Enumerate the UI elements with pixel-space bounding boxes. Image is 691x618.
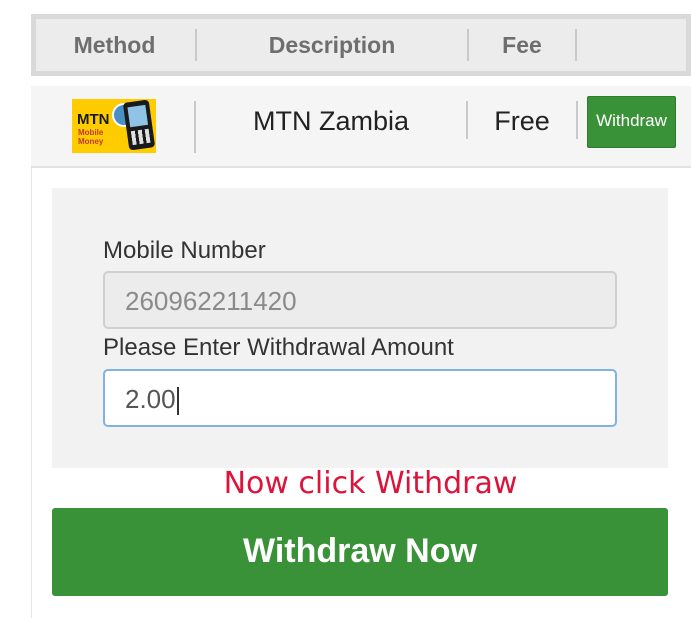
method-description: MTN Zambia bbox=[252, 106, 409, 136]
row-divider bbox=[576, 101, 578, 139]
amount-label: Please Enter Withdrawal Amount bbox=[103, 334, 454, 361]
phone-screen bbox=[127, 104, 149, 128]
logo-subtitle: Mobile Money bbox=[78, 128, 103, 146]
amount-value: 2.00 bbox=[125, 384, 176, 414]
mobile-number-label: Mobile Number bbox=[103, 237, 266, 264]
method-row-mtn-zambia[interactable]: MTN Mobile Money MTN Zambia Free Withdra… bbox=[31, 86, 691, 168]
instruction-hint: Now click Withdraw bbox=[223, 466, 518, 501]
header-description: Description bbox=[268, 32, 396, 58]
logo-brand: MTN bbox=[77, 111, 110, 128]
mobile-number-field[interactable]: 260962211420 bbox=[103, 271, 617, 329]
text-caret bbox=[176, 387, 179, 416]
header-divider bbox=[575, 29, 577, 61]
logo-subtitle-line2: Money bbox=[78, 137, 104, 146]
withdraw-now-button[interactable]: Withdraw Now bbox=[52, 508, 668, 596]
header-method: Method bbox=[73, 32, 156, 58]
logo-subtitle-line1: Mobile bbox=[78, 128, 104, 137]
table-header: Method Description Fee bbox=[31, 14, 691, 76]
amount-input[interactable]: 2.00 bbox=[103, 369, 617, 427]
withdraw-button[interactable]: Withdraw bbox=[587, 96, 676, 148]
table-header-bg: Method Description Fee bbox=[36, 19, 686, 71]
phone-icon bbox=[122, 99, 156, 151]
header-fee: Fee bbox=[502, 32, 542, 58]
mtn-mobile-money-logo: MTN Mobile Money bbox=[72, 99, 156, 153]
phone-keypad bbox=[130, 128, 151, 146]
method-fee: Free bbox=[494, 106, 550, 136]
